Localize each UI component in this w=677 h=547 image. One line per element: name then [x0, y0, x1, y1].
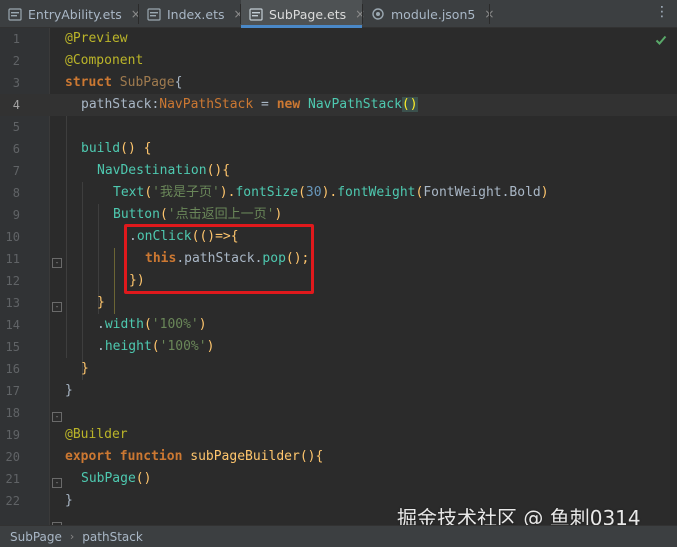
code-editor[interactable]: - - - - - - 1 @Preview 2 @Component 3 st…	[0, 28, 677, 525]
line-number: 2	[12, 54, 20, 68]
breadcrumb-item[interactable]: pathStack	[82, 530, 143, 544]
ets-file-icon	[147, 7, 161, 21]
ets-file-icon	[249, 7, 263, 21]
code-line: 20 export function subPageBuilder(){	[0, 446, 677, 468]
code-line: 5	[0, 116, 677, 138]
line-number: 11	[5, 252, 20, 266]
code-line: 3 struct SubPage{	[0, 72, 677, 94]
line-number: 4	[12, 98, 20, 112]
chevron-right-icon: ›	[69, 530, 75, 543]
tab-module-json5[interactable]: module.json5 ×	[363, 0, 494, 28]
line-number: 15	[5, 340, 20, 354]
editor-tab-bar: EntryAbility.ets × Index.ets × SubPage.e…	[0, 0, 677, 28]
code-line: 15 .height('100%')	[0, 336, 677, 358]
line-number: 13	[5, 296, 20, 310]
line-number: 9	[12, 208, 20, 222]
line-number: 7	[12, 164, 20, 178]
code-line: 14 .width('100%')	[0, 314, 677, 336]
code-line: 16 }	[0, 358, 677, 380]
line-number: 17	[5, 384, 20, 398]
code-line: 1 @Preview	[0, 28, 677, 50]
tab-label: module.json5	[391, 6, 476, 22]
line-number: 10	[5, 230, 20, 244]
line-number: 3	[12, 76, 20, 90]
more-tabs-icon[interactable]: ⋮	[655, 4, 669, 20]
tab-index[interactable]: Index.ets ×	[139, 0, 244, 28]
tab-label: SubPage.ets	[269, 6, 347, 22]
code-line: 13 }	[0, 292, 677, 314]
code-line: 18	[0, 402, 677, 424]
line-number: 1	[12, 32, 20, 46]
code-line: 11 this.pathStack.pop();	[0, 248, 677, 270]
code-line: 2 @Component	[0, 50, 677, 72]
code-line: 9 Button('点击返回上一页')	[0, 204, 677, 226]
code-line-current: 4 pathStack:NavPathStack = new NavPathSt…	[0, 94, 677, 116]
tab-label: Index.ets	[167, 6, 225, 22]
breadcrumb-item[interactable]: SubPage	[10, 530, 62, 544]
tab-subpage[interactable]: SubPage.ets ×	[241, 0, 365, 28]
ets-file-icon	[8, 7, 22, 21]
line-number: 14	[5, 318, 20, 332]
code-line: 12 })	[0, 270, 677, 292]
line-number: 5	[12, 120, 20, 134]
line-number: 6	[12, 142, 20, 156]
code-line: 7 NavDestination(){	[0, 160, 677, 182]
line-number: 8	[12, 186, 20, 200]
code-line: 17 }	[0, 380, 677, 402]
breadcrumb: SubPage › pathStack	[0, 525, 677, 547]
tab-label: EntryAbility.ets	[28, 6, 122, 22]
code-line: 10 .onClick(()=>{	[0, 226, 677, 248]
tab-entryability[interactable]: EntryAbility.ets ×	[0, 0, 141, 28]
json-settings-icon	[371, 7, 385, 21]
code-line: 21 SubPage()	[0, 468, 677, 490]
code-line: 19 @Builder	[0, 424, 677, 446]
line-number: 16	[5, 362, 20, 376]
line-number: 20	[5, 450, 20, 464]
line-number: 18	[5, 406, 20, 420]
highlight-box	[124, 224, 314, 294]
line-number: 21	[5, 472, 20, 486]
code-line: 6 build() {	[0, 138, 677, 160]
code-line: 8 Text('我是子页').fontSize(30).fontWeight(F…	[0, 182, 677, 204]
line-number: 19	[5, 428, 20, 442]
line-number: 22	[5, 494, 20, 508]
line-number: 12	[5, 274, 20, 288]
